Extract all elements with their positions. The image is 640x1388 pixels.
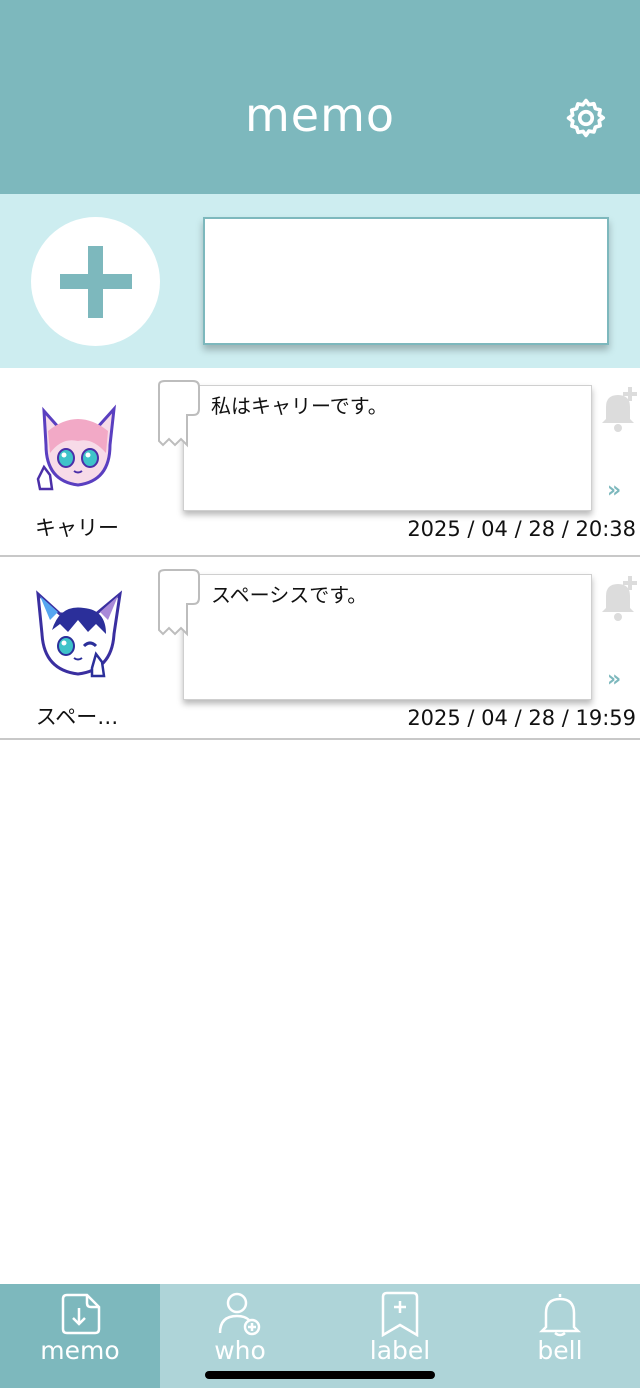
memo-download-icon [61, 1293, 101, 1335]
memo-author: キャリー [35, 516, 119, 540]
memo-card[interactable]: スペーシスです。 [183, 574, 592, 700]
memo-author: スペー… [35, 705, 119, 729]
add-memo-button[interactable] [31, 217, 160, 346]
bell-add-icon[interactable] [598, 385, 640, 433]
tab-label: label [369, 1336, 431, 1365]
memo-item[interactable]: キャリー 私はキャリーです。 » 2025 / 04 / 28 / 20:38 [0, 368, 640, 557]
memo-card[interactable]: 私はキャリーです。 [183, 385, 592, 511]
blue-hair-cat-avatar [36, 590, 123, 678]
bell-add-icon[interactable] [598, 574, 640, 622]
memo-item[interactable]: スペー… スペーシスです。 » 2025 / 04 / 28 / 19:59 [0, 557, 640, 740]
open-memo-link[interactable]: » [607, 478, 621, 503]
memo-input[interactable] [203, 217, 609, 345]
compose-area [0, 194, 640, 368]
pink-hair-cat-avatar [36, 404, 117, 491]
memo-text: 私はキャリーです。 [211, 394, 388, 418]
tab-memo[interactable]: memo [0, 1284, 160, 1388]
plus-icon-vertical [88, 246, 103, 318]
memo-timestamp: 2025 / 04 / 28 / 20:38 [407, 517, 636, 541]
page-title: memo [244, 88, 396, 142]
home-indicator [205, 1371, 435, 1379]
settings-button[interactable] [562, 94, 610, 142]
tab-label: memo [40, 1336, 120, 1365]
person-add-icon [218, 1292, 261, 1336]
memo-timestamp: 2025 / 04 / 28 / 19:59 [407, 706, 636, 730]
tab-label: who [214, 1336, 266, 1365]
app-header: memo [0, 0, 640, 194]
bell-icon [538, 1294, 582, 1337]
tab-bell[interactable]: bell [480, 1284, 640, 1388]
open-memo-link[interactable]: » [607, 667, 621, 692]
bookmark-tag-icon [158, 569, 200, 637]
gear-icon [566, 98, 606, 138]
tab-label: bell [537, 1336, 583, 1365]
bookmark-tag-icon [158, 380, 200, 448]
bookmark-add-icon [381, 1291, 419, 1337]
memo-text: スペーシスです。 [211, 583, 368, 607]
